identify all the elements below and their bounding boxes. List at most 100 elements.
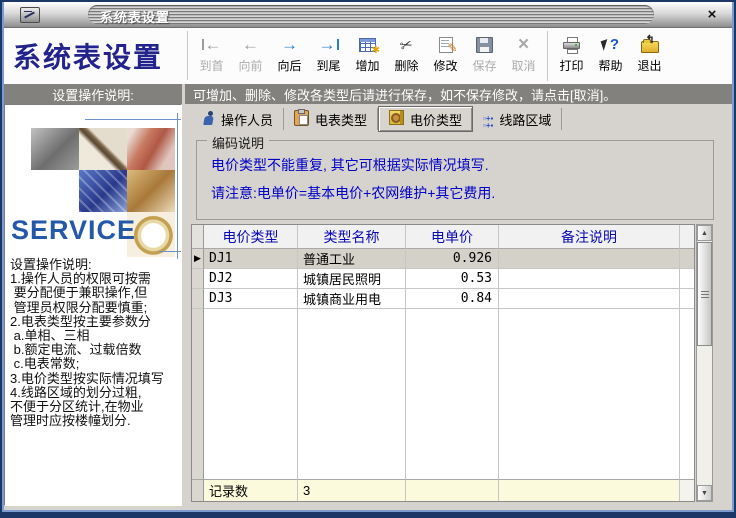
toolbar: ←到首←向前→向后→到尾增加✂删除修改保存×取消打印?帮助↰退出 <box>192 29 669 83</box>
row-extra-cell <box>680 269 694 289</box>
pen-photo-image <box>79 128 127 170</box>
titlebar[interactable]: 系统表设置 × <box>2 2 734 28</box>
scroll-up-button[interactable]: ▲ <box>697 225 712 241</box>
tab-label: 电价类型 <box>410 110 462 129</box>
toolbar-button-help[interactable]: ?帮助 <box>591 29 630 83</box>
close-button[interactable]: × <box>702 5 722 24</box>
toolbar-button-delete[interactable]: ✂删除 <box>387 29 426 83</box>
instruction-line: 设置操作说明: <box>10 258 180 272</box>
cell-price-type: DJ1 <box>204 249 298 269</box>
toolbar-button-next[interactable]: →向后 <box>270 29 309 83</box>
toolbar-button-label: 保存 <box>472 57 496 74</box>
toolbar-button-label: 增加 <box>355 57 379 74</box>
table-header-row: 电价类型类型名称电单价备注说明 <box>192 225 694 249</box>
up-arrow-icon: ▲ <box>701 230 708 237</box>
scrollbar-thumb[interactable] <box>697 242 712 346</box>
empty-cell <box>406 309 499 479</box>
keyboard-photo-image <box>79 170 127 212</box>
table-row[interactable]: ▶DJ1普通工业0.926 <box>192 249 694 269</box>
instruction-line: 管理员权限分配要慎重; <box>10 301 180 315</box>
row-indicator-cell <box>192 269 204 289</box>
window-title: 系统表设置 <box>100 7 170 26</box>
footer-indicator-cell <box>192 479 204 501</box>
cancel-icon: × <box>518 32 529 57</box>
window-frame-left <box>0 0 2 518</box>
current-row-marker-icon: ▶ <box>192 249 204 269</box>
toolbar-button-label: 删除 <box>394 57 418 74</box>
toolbar-button-label: 修改 <box>433 57 457 74</box>
toolbar-button-add[interactable]: 增加 <box>348 29 387 83</box>
cell-type-name: 城镇居民照明 <box>298 269 406 289</box>
column-header: 备注说明 <box>499 225 680 249</box>
cell-price-type: DJ3 <box>204 289 298 309</box>
topbar: 系统表设置 ←到首←向前→向后→到尾增加✂删除修改保存×取消打印?帮助↰退出 <box>4 27 732 84</box>
cell-type-name: 城镇商业用电 <box>298 289 406 309</box>
decor-line-horizontal-2 <box>159 251 181 252</box>
tab-pricebook[interactable]: 电价类型 <box>378 106 473 132</box>
first-icon: ← <box>202 32 222 57</box>
tab-label: 电表类型 <box>315 110 367 129</box>
tab-clipboard[interactable]: 电表类型 <box>284 108 378 130</box>
help-icon: ? <box>602 32 619 57</box>
tools-photo-image <box>31 128 79 170</box>
thumb-grip-icon <box>701 291 709 298</box>
instruction-bar: 可增加、删除、修改各类型后请进行保存，如不保存修改，请点击[取消]。 <box>185 84 732 104</box>
cell-note <box>499 289 680 309</box>
instruction-line: 3.电价类型按实际情况填写 <box>10 372 180 386</box>
cell-note <box>499 249 680 269</box>
tab-area[interactable]: ▫+▪▫+▪线路区域 <box>473 108 562 130</box>
record-count-label: 记录数 <box>204 479 298 501</box>
window-frame-right-inner <box>732 2 734 516</box>
save-icon <box>476 32 493 57</box>
footer-empty-cell <box>499 479 680 501</box>
column-header: 类型名称 <box>298 225 406 249</box>
titlebar-band: 系统表设置 <box>88 5 654 24</box>
toolbar-button-label: 帮助 <box>598 57 622 74</box>
operation-instructions: 设置操作说明:1.操作人员的权限可按需 要分配便于兼职操作,但 管理员权限分配要… <box>10 258 180 428</box>
instruction-line: 不便于分区统计,在物业 <box>10 400 180 414</box>
groupbox-note-2: 请注意:电单价=基本电价+农网维护+其它费用. <box>211 183 495 203</box>
cell-unit-price: 0.926 <box>406 249 499 269</box>
table-row[interactable]: DJ2城镇居民照明0.53 <box>192 269 694 289</box>
window-frame-bottom <box>0 512 736 518</box>
empty-cell <box>192 309 204 479</box>
category-tabbar: 操作人员 电表类型 电价类型 ▫+▪▫+▪线路区域 <box>192 106 562 132</box>
tab-person[interactable]: 操作人员 <box>192 108 284 130</box>
row-extra-cell <box>680 249 694 269</box>
toolbar-button-first: ←到首 <box>192 29 231 83</box>
cell-unit-price: 0.84 <box>406 289 499 309</box>
toolbar-divider <box>187 31 188 80</box>
cell-price-type: DJ2 <box>204 269 298 289</box>
system-table-settings-window: 系统表设置 × 系统表设置 ←到首←向前→向后→到尾增加✂删除修改保存×取消打印… <box>0 0 736 518</box>
instruction-line: 1.操作人员的权限可按需 <box>10 272 180 286</box>
edit-icon <box>439 32 453 57</box>
toolbar-button-label: 到首 <box>199 57 223 74</box>
instruction-line: b.额定电流、过载倍数 <box>10 343 180 357</box>
toolbar-button-last[interactable]: →到尾 <box>309 29 348 83</box>
toolbar-button-print[interactable]: 打印 <box>552 29 591 83</box>
instruction-line: 要分配便于兼职操作,但 <box>10 286 180 300</box>
toolbar-button-label: 到尾 <box>316 57 340 74</box>
toolbar-button-label: 取消 <box>511 57 535 74</box>
instruction-line: 管理时应按楼幢划分. <box>10 414 180 428</box>
groupbox-legend: 编码说明 <box>207 133 269 152</box>
empty-cell <box>680 309 694 479</box>
last-icon: → <box>319 32 339 57</box>
row-extra-cell <box>680 289 694 309</box>
cell-note <box>499 269 680 289</box>
hardware-photo-image <box>127 128 175 170</box>
left-panel: SERVICE 设置操作说明:1.操作人员的权限可按需 要分配便于兼职操作,但 … <box>4 104 182 506</box>
table-scrollbar[interactable]: ▲ ▼ <box>696 224 713 502</box>
table-footer-row: 记录数3 <box>192 479 694 501</box>
person-tab-icon <box>202 111 215 128</box>
instruction-line: 4.线路区域的划分过粗, <box>10 386 180 400</box>
column-header: 电单价 <box>406 225 499 249</box>
cell-type-name: 普通工业 <box>298 249 406 269</box>
toolbar-button-prev: ←向前 <box>231 29 270 83</box>
record-count-value: 3 <box>298 479 406 501</box>
toolbar-button-edit[interactable]: 修改 <box>426 29 465 83</box>
scroll-down-button[interactable]: ▼ <box>697 485 712 501</box>
table-row[interactable]: DJ3城镇商业用电0.84 <box>192 289 694 309</box>
toolbar-button-exit[interactable]: ↰退出 <box>630 29 669 83</box>
next-icon: → <box>281 32 298 57</box>
